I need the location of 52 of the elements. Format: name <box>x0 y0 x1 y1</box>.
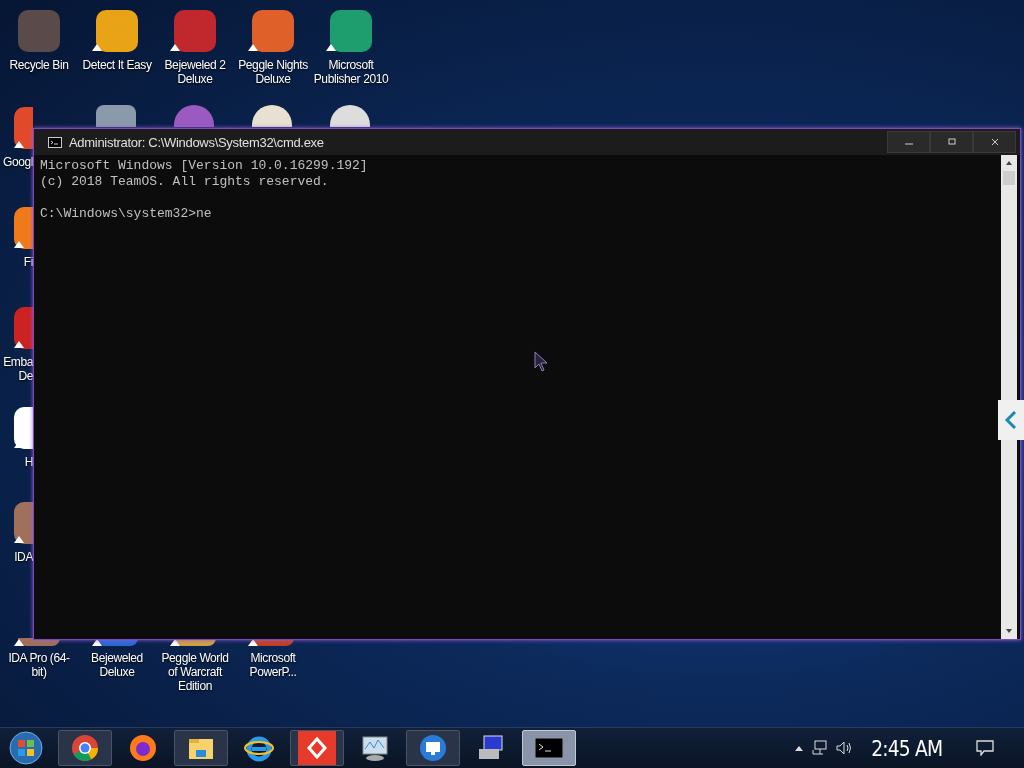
chart-monitor-icon <box>360 734 390 762</box>
icon-label[interactable]: Detect It Easy <box>82 58 152 72</box>
app-icon[interactable] <box>14 407 33 449</box>
caret-up-icon[interactable] <box>794 745 803 751</box>
speaker-icon[interactable] <box>834 740 853 756</box>
e-logo-icon <box>244 734 274 762</box>
monitor-icon <box>419 734 447 762</box>
icon-label[interactable]: Peggle World of Warcraft Edition <box>157 651 233 693</box>
app-icon[interactable] <box>14 207 33 249</box>
taskbar-button[interactable] <box>290 730 344 766</box>
app-icon[interactable] <box>14 107 33 149</box>
chevron-left-icon[interactable] <box>1004 410 1018 430</box>
app-icon[interactable] <box>14 307 33 349</box>
icon-label[interactable]: Peggle Nights Deluxe <box>235 58 311 86</box>
app-icon <box>174 105 214 127</box>
icon-label[interactable]: Googl <box>2 155 33 169</box>
icon-label[interactable]: Microsoft PowerP... <box>235 651 311 679</box>
taskbar-button[interactable] <box>406 730 460 766</box>
start-orb-icon[interactable] <box>8 730 44 766</box>
mouse-cursor-icon <box>534 351 550 373</box>
icon-label[interactable]: Emba De <box>0 355 33 383</box>
computer-icon <box>476 734 506 762</box>
scrollbar[interactable] <box>1001 155 1017 639</box>
taskbar-button[interactable] <box>174 730 228 766</box>
console-icon <box>535 738 563 758</box>
icon-label[interactable]: Fi <box>23 255 33 269</box>
icon-label[interactable]: H <box>24 455 33 469</box>
icon-label[interactable]: IDA <box>14 550 33 564</box>
command-prompt[interactable]: C:\Windows\system32>ne <box>40 206 995 222</box>
icon-label[interactable]: Bejeweled Deluxe <box>79 651 155 679</box>
icon-label[interactable]: Recycle Bin <box>9 58 69 72</box>
app-icon[interactable] <box>14 502 33 544</box>
maximize-button[interactable] <box>930 131 973 153</box>
maximize-icon <box>946 137 957 147</box>
window-title: Administrator: C:\Windows\System32\cmd.exe <box>69 134 325 150</box>
round-logo-icon <box>71 734 99 762</box>
console-line: Microsoft Windows [Version 10.0.16299.192] <box>40 158 369 174</box>
console-icon <box>48 136 62 148</box>
fox-logo-icon <box>129 734 157 762</box>
taskbar-button[interactable] <box>58 730 112 766</box>
side-panel-tab[interactable] <box>998 400 1024 440</box>
icon-label[interactable]: Bejeweled 2 Deluxe <box>157 58 233 86</box>
notification-icon[interactable] <box>976 740 994 756</box>
app-icon <box>96 105 136 127</box>
close-icon <box>989 137 1000 147</box>
clock[interactable]: 2:45 AM <box>870 735 942 761</box>
network-icon[interactable] <box>810 740 827 756</box>
scrollbar-thumb[interactable] <box>1003 171 1015 185</box>
icon-label[interactable]: Microsoft Publisher 2010 <box>313 58 389 86</box>
icon-label[interactable]: IDA Pro (64-bit) <box>1 651 77 679</box>
app-icon[interactable] <box>96 10 138 52</box>
console-line: (c) 2018 TeamOS. All rights reserved. <box>40 174 330 190</box>
